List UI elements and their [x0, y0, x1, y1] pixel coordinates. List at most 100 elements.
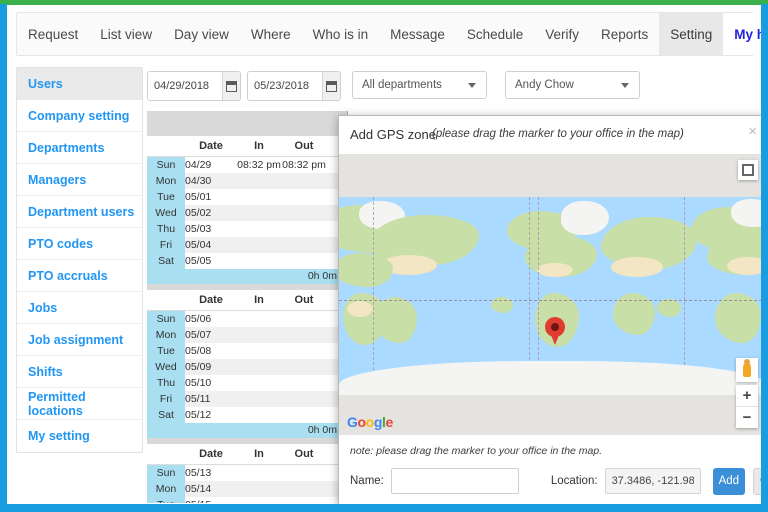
table-row[interactable]: Tue05/08 [147, 343, 348, 359]
sidebar-item-my-setting[interactable]: My setting [17, 420, 142, 452]
sidebar-item-department-users[interactable]: Department users [17, 196, 142, 228]
row-out [281, 343, 327, 359]
table-row[interactable]: Sun05/06 [147, 311, 348, 328]
table-row[interactable]: Wed05/02 [147, 205, 348, 221]
col-header-in: In [237, 290, 281, 311]
row-date: 04/29 [185, 157, 237, 174]
sidebar-item-users[interactable]: Users [17, 68, 142, 100]
col-header-date: Date [185, 444, 237, 465]
row-in [237, 497, 281, 503]
row-date: 05/05 [185, 253, 237, 269]
nav-item-request[interactable]: Request [17, 13, 89, 55]
row-day: Thu [147, 375, 185, 391]
map-marker-icon[interactable] [545, 317, 565, 345]
nav-label: My hours [734, 27, 761, 42]
user-select[interactable]: Andy Chow [505, 71, 640, 99]
street-view-pegman-icon[interactable] [736, 358, 758, 382]
row-in [237, 189, 281, 205]
nav-item-where[interactable]: Where [240, 13, 302, 55]
nav-item-verify[interactable]: Verify [534, 13, 590, 55]
sidebar-item-company-setting[interactable]: Company setting [17, 100, 142, 132]
logo-letter: o [358, 414, 366, 430]
sidebar-item-pto-codes[interactable]: PTO codes [17, 228, 142, 260]
nav-label: Schedule [467, 27, 523, 42]
row-out [281, 205, 327, 221]
row-date: 05/01 [185, 189, 237, 205]
sidebar-item-job-assignment[interactable]: Job assignment [17, 324, 142, 356]
sidebar-item-jobs[interactable]: Jobs [17, 292, 142, 324]
sidebar-item-pto-accruals[interactable]: PTO accruals [17, 260, 142, 292]
row-date: 05/12 [185, 407, 237, 423]
marker-dot [551, 323, 559, 331]
table-row[interactable]: Tue05/01 [147, 189, 348, 205]
nav-item-message[interactable]: Message [379, 13, 456, 55]
map-canvas[interactable] [339, 197, 761, 395]
date-to-input[interactable] [248, 72, 322, 100]
sidebar-item-label: PTO accruals [28, 269, 108, 283]
zoom-in-button[interactable]: + [736, 385, 758, 407]
location-input[interactable] [605, 468, 701, 494]
table-row[interactable]: Sun05/13 [147, 465, 348, 482]
sidebar-item-shifts[interactable]: Shifts [17, 356, 142, 388]
row-day: Sun [147, 465, 185, 482]
nav-label: List view [100, 27, 152, 42]
table-row[interactable]: Sat05/05 [147, 253, 348, 269]
table-header-row: Date In Out Reg [147, 136, 348, 157]
table-row[interactable]: Mon05/14 [147, 481, 348, 497]
nav-item-reports[interactable]: Reports [590, 13, 659, 55]
col-header-out: Out [281, 444, 327, 465]
nav-item-list-view[interactable]: List view [89, 13, 163, 55]
zoom-out-button[interactable]: − [736, 407, 758, 428]
row-out [281, 253, 327, 269]
row-out [281, 189, 327, 205]
date-from-input[interactable] [148, 72, 222, 100]
row-out [281, 375, 327, 391]
row-in [237, 391, 281, 407]
table-row[interactable]: Sat05/12 [147, 407, 348, 423]
sidebar-item-departments[interactable]: Departments [17, 132, 142, 164]
sidebar-item-label: Shifts [28, 365, 63, 379]
fullscreen-icon[interactable] [738, 160, 758, 180]
table-row[interactable]: Tue05/15 [147, 497, 348, 503]
cancel-button[interactable]: Cancel [753, 468, 761, 495]
row-out [281, 173, 327, 189]
col-header-day [147, 290, 185, 311]
row-day: Tue [147, 497, 185, 503]
department-select[interactable]: All departments [352, 71, 487, 99]
date-from-field[interactable] [147, 71, 241, 101]
close-icon[interactable]: × [748, 124, 757, 139]
row-date: 04/30 [185, 173, 237, 189]
dialog-header: Add GPS zone (please drag the marker to … [339, 116, 761, 155]
nav-item-who-is-in[interactable]: Who is in [302, 13, 380, 55]
table-row[interactable]: Mon04/30 [147, 173, 348, 189]
name-input[interactable] [391, 468, 519, 494]
table-row[interactable]: Fri05/11 [147, 391, 348, 407]
map-container[interactable]: + − Google [339, 154, 761, 434]
nav-item-day-view[interactable]: Day view [163, 13, 240, 55]
timesheet-panel[interactable]: Date In Out Reg Sun04/2908:32 pm08:32 pm… [147, 111, 348, 503]
table-row[interactable]: Sun04/2908:32 pm08:32 pm [147, 157, 348, 174]
table-row[interactable]: Thu05/10 [147, 375, 348, 391]
nav-item-my-hours[interactable]: My hours [723, 13, 761, 55]
sidebar-item-managers[interactable]: Managers [17, 164, 142, 196]
dialog-subtitle: (please drag the marker to your office i… [432, 128, 684, 140]
row-out [281, 237, 327, 253]
row-date: 05/02 [185, 205, 237, 221]
nav-item-schedule[interactable]: Schedule [456, 13, 534, 55]
row-day: Mon [147, 327, 185, 343]
sidebar-item-label: Job assignment [28, 333, 123, 347]
table-row[interactable]: Wed05/09 [147, 359, 348, 375]
table-row[interactable]: Mon05/07 [147, 327, 348, 343]
table-row[interactable]: Fri05/04 [147, 237, 348, 253]
timesheet-top-filler [147, 111, 347, 136]
add-button[interactable]: Add [713, 468, 745, 495]
row-day: Tue [147, 189, 185, 205]
nav-item-setting[interactable]: Setting [659, 13, 723, 55]
date-from-calendar-button[interactable] [222, 72, 240, 100]
date-to-field[interactable] [247, 71, 341, 101]
table-row[interactable]: Thu05/03 [147, 221, 348, 237]
sidebar-item-permitted-locations[interactable]: Permitted locations [17, 388, 142, 420]
row-out [281, 311, 327, 328]
date-to-calendar-button[interactable] [322, 72, 340, 100]
frame-right-accent [761, 4, 768, 512]
